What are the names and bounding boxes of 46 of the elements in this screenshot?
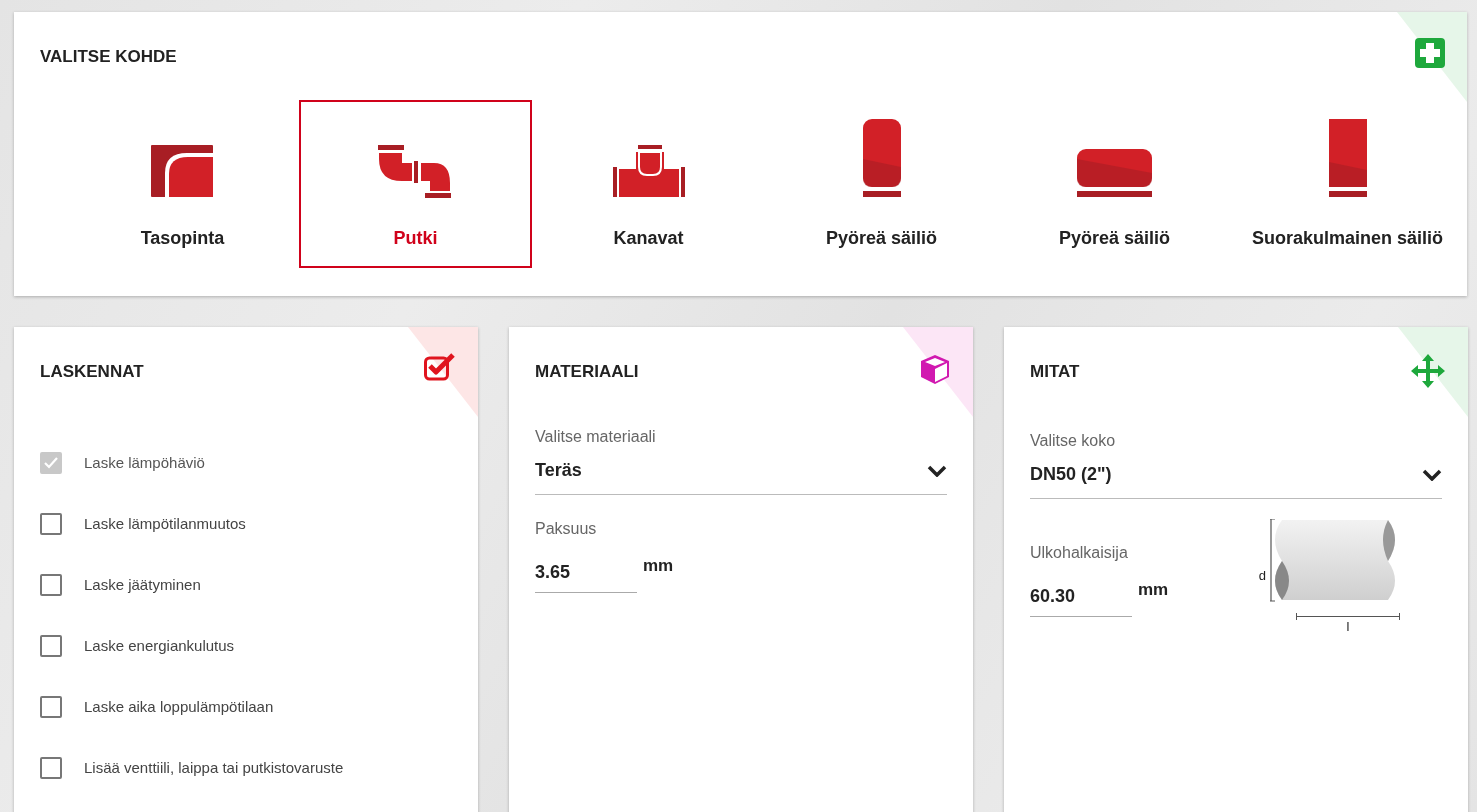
flat-surface-icon xyxy=(150,144,215,199)
cube-icon[interactable] xyxy=(919,353,951,385)
option-label: Laske aika loppulämpötilaan xyxy=(84,696,274,717)
duct-icon xyxy=(612,144,685,199)
option-label: Lisää venttiili, laippa tai putkistovaruste xyxy=(84,757,344,778)
number-field[interactable]: 60.30 xyxy=(1030,579,1132,617)
target-option[interactable]: Suorakulmainen säiliö xyxy=(1231,99,1464,268)
checkbox[interactable] xyxy=(40,513,62,535)
move-icon[interactable] xyxy=(1410,353,1446,389)
checkbox[interactable] xyxy=(40,574,62,596)
chevron-down-icon xyxy=(927,464,947,477)
field-label: Paksuus xyxy=(535,519,598,539)
panel-title: VALITSE KOHDE xyxy=(40,46,177,68)
field-label: Valitse materiaali xyxy=(535,427,657,447)
target-option[interactable]: Putki xyxy=(299,99,532,268)
checkbox[interactable] xyxy=(40,635,62,657)
dimension-label: l xyxy=(1346,620,1350,633)
field-label: Valitse koko xyxy=(1030,431,1117,451)
check-icon xyxy=(44,457,58,469)
pipe-icon xyxy=(377,144,454,199)
option-label: Laske jäätyminen xyxy=(84,574,201,595)
field-label: Ulkohalkaisija xyxy=(1030,543,1129,563)
tank-icon xyxy=(1076,148,1153,199)
unit-label: mm xyxy=(1138,579,1169,601)
add-icon[interactable] xyxy=(1415,38,1445,68)
checkbox[interactable] xyxy=(40,696,62,718)
dropdown[interactable]: DN50 (2") xyxy=(1030,453,1442,499)
option-label: Laske energiankulutus xyxy=(84,635,235,656)
target-option[interactable]: Kanavat xyxy=(532,99,765,268)
number-field[interactable]: 3.65 xyxy=(535,555,637,593)
checkbox[interactable] xyxy=(40,757,62,779)
panel-title: MITAT xyxy=(1030,361,1080,383)
dropdown[interactable]: Teräs xyxy=(535,449,947,495)
panel-title: LASKENNAT xyxy=(40,361,144,383)
unit-label: mm xyxy=(643,555,674,577)
target-option[interactable]: Pyöreä säiliö xyxy=(765,99,998,268)
option-label: Laske lämpötilanmuutos xyxy=(84,513,246,534)
panel-title: MATERIAALI xyxy=(535,361,639,383)
tank-icon xyxy=(1327,118,1368,199)
dimension-label: d xyxy=(1258,567,1266,586)
chevron-down-icon xyxy=(1422,468,1442,481)
tank-icon xyxy=(861,118,902,199)
option-label: Laske lämpöhäviö xyxy=(84,452,205,473)
target-option[interactable]: Pyöreä säiliö xyxy=(998,99,1231,268)
target-option[interactable]: Tasopinta xyxy=(66,99,299,268)
checklist-icon[interactable] xyxy=(424,353,456,381)
